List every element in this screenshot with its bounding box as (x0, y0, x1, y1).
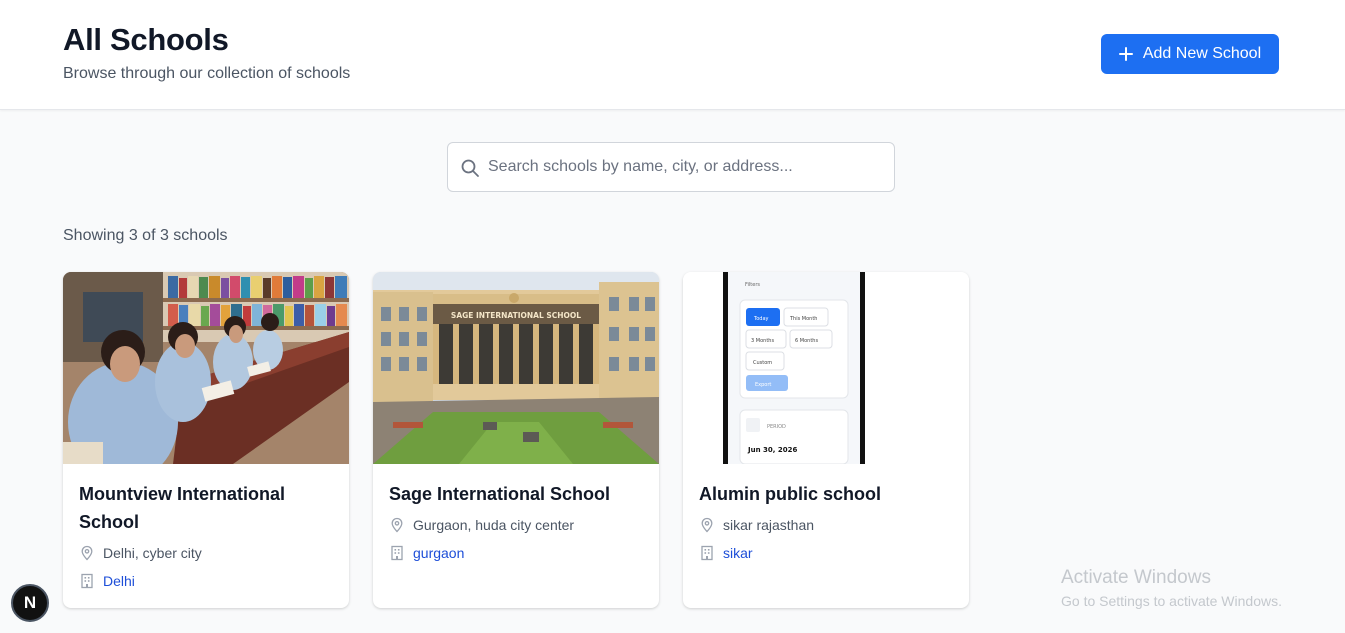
school-card[interactable]: Filters Today This Month 3 Months 6 Mont… (683, 272, 969, 608)
school-address-row: sikar rajasthan (699, 517, 814, 533)
school-city-row: gurgaon (389, 545, 464, 561)
school-card[interactable]: SAGE INTERNATIONAL SCHOOL Sage Internati… (373, 272, 659, 608)
phone-chip-3-months: 3 Months (751, 338, 774, 344)
school-image (63, 272, 349, 464)
school-address: Gurgaon, huda city center (413, 517, 575, 533)
page-title: All Schools (63, 22, 229, 57)
school-image: SAGE INTERNATIONAL SCHOOL (373, 272, 659, 464)
school-city-row: Delhi (79, 573, 135, 589)
school-city: gurgaon (413, 545, 465, 561)
sage-building-sign: SAGE INTERNATIONAL SCHOOL (451, 311, 581, 320)
phone-apply-button: Export (755, 382, 771, 388)
school-city: sikar (723, 545, 753, 561)
page-subtitle: Browse through our collection of schools (63, 65, 351, 82)
school-name: Sage International School (389, 484, 611, 504)
location-pin-icon (81, 545, 93, 561)
school-city: Delhi (103, 573, 135, 589)
school-name: Alumin public school (699, 484, 882, 504)
watermark-subtitle: Go to Settings to activate Windows. (1061, 593, 1282, 609)
phone-chip-today: Today (753, 316, 769, 322)
nextjs-dev-badge[interactable]: N (11, 584, 49, 622)
building-icon (81, 573, 93, 589)
plus-icon (1118, 47, 1133, 61)
school-image: Filters Today This Month 3 Months 6 Mont… (683, 272, 969, 464)
school-address-row: Gurgaon, huda city center (389, 517, 574, 533)
phone-period-label: PERIOD (767, 424, 786, 430)
school-card[interactable]: Mountview International School Delhi, cy… (63, 272, 349, 608)
school-city-row: sikar (699, 545, 753, 561)
location-pin-icon (701, 517, 713, 533)
activate-windows-watermark: Activate Windows Go to Settings to activ… (1061, 567, 1282, 609)
phone-date: Jun 30, 2026 (747, 446, 797, 454)
search-icon (461, 159, 479, 177)
school-address: Delhi, cyber city (103, 545, 202, 561)
school-address: sikar rajasthan (723, 517, 815, 533)
building-icon (701, 545, 713, 561)
watermark-title: Activate Windows (1061, 567, 1211, 588)
school-address-row: Delhi, cyber city (79, 545, 202, 561)
location-pin-icon (391, 517, 403, 533)
page-header: All Schools Browse through our collectio… (0, 0, 1345, 110)
add-new-school-label: Add New School (1142, 45, 1262, 62)
phone-top-text: Filters (745, 282, 760, 288)
school-name: Mountview International School (79, 484, 286, 532)
phone-chip-custom: Custom (753, 360, 772, 366)
search-box (447, 142, 895, 192)
search-input[interactable] (488, 143, 888, 191)
results-count: Showing 3 of 3 schools (63, 227, 228, 244)
building-icon (391, 545, 403, 561)
phone-chip-this-month: This Month (789, 316, 817, 322)
phone-chip-6-months: 6 Months (795, 338, 818, 344)
add-new-school-button[interactable]: Add New School (1101, 34, 1279, 74)
